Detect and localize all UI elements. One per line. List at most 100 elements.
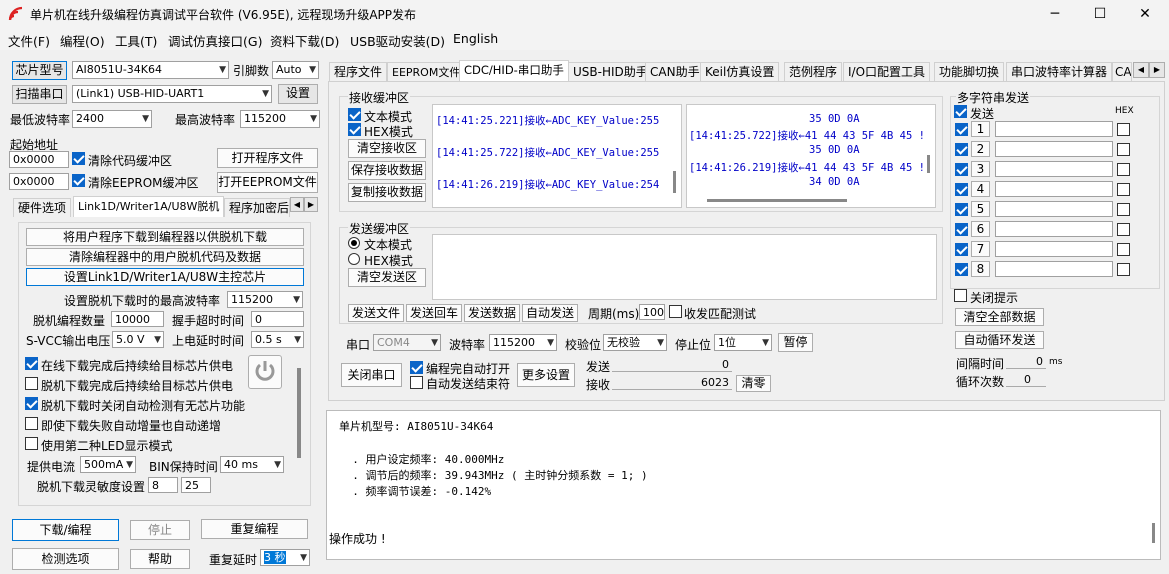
menu-file[interactable]: 文件(F) bbox=[8, 31, 50, 50]
serial-port-select[interactable]: COM4 ▼ bbox=[373, 334, 441, 351]
hex-scrollbar-h[interactable] bbox=[707, 199, 847, 202]
current-select[interactable]: 500mA ▼ bbox=[80, 456, 136, 473]
sensitivity-input-1[interactable]: 8 bbox=[148, 477, 178, 493]
multi-row-send-button[interactable]: 6 bbox=[971, 221, 990, 237]
set-master-chip-button[interactable]: 设置Link1D/Writer1A/U8W主控芯片 bbox=[26, 268, 304, 286]
multi-row-checkbox[interactable] bbox=[955, 183, 968, 196]
receive-hex-area[interactable]: 35 0D 0A [14:41:25.722]接收←41 44 43 5F 4B… bbox=[686, 104, 936, 208]
send-hex-mode-radio[interactable] bbox=[348, 253, 360, 265]
offline-max-baud-select[interactable]: 115200 ▼ bbox=[227, 291, 303, 308]
multi-row-hex-checkbox[interactable] bbox=[1117, 123, 1130, 136]
open-eeprom-file-button[interactable]: 打开EEPROM文件 bbox=[217, 172, 318, 193]
bin-hold-select[interactable]: 40 ms ▼ bbox=[220, 456, 284, 473]
tab-scroll-left-icon[interactable]: ◀ bbox=[290, 197, 304, 212]
parity-select[interactable]: 无校验 ▼ bbox=[603, 334, 667, 351]
eeprom-address-input[interactable]: 0x0000 bbox=[9, 173, 69, 190]
tab-offline-link1d[interactable]: Link1D/Writer1A/U8W脱机 bbox=[73, 196, 225, 217]
multi-row-input[interactable] bbox=[995, 221, 1113, 237]
auto-send-button[interactable]: 自动发送 bbox=[522, 304, 578, 322]
auto-open-checkbox[interactable] bbox=[410, 361, 423, 374]
pin-count-select[interactable]: Auto ▼ bbox=[272, 61, 319, 79]
multi-row-send-button[interactable]: 4 bbox=[971, 181, 990, 197]
receive-scrollbar[interactable] bbox=[673, 171, 676, 193]
multi-send-all-checkbox[interactable] bbox=[954, 105, 967, 118]
power-button[interactable] bbox=[248, 355, 282, 389]
disable-detect-checkbox[interactable] bbox=[25, 397, 38, 410]
multi-row-checkbox[interactable] bbox=[955, 223, 968, 236]
tab-cdc-hid-serial[interactable]: CDC/HID-串口助手 bbox=[459, 60, 569, 82]
tab-scroll-right-icon[interactable]: ▶ bbox=[1149, 62, 1165, 78]
panel-scrollbar[interactable] bbox=[297, 368, 301, 458]
clear-all-button[interactable]: 清空全部数据 bbox=[955, 308, 1044, 326]
code-address-input[interactable]: 0x0000 bbox=[9, 151, 69, 168]
multi-row-hex-checkbox[interactable] bbox=[1117, 263, 1130, 276]
led-mode-checkbox[interactable] bbox=[25, 437, 38, 450]
multi-row-input[interactable] bbox=[995, 261, 1113, 277]
multi-row-hex-checkbox[interactable] bbox=[1117, 143, 1130, 156]
multi-row-send-button[interactable]: 8 bbox=[971, 261, 990, 277]
tab-program-file[interactable]: 程序文件 bbox=[329, 62, 388, 82]
multi-row-input[interactable] bbox=[995, 121, 1113, 137]
tab-pin-switch[interactable]: 功能脚切换 bbox=[934, 62, 1005, 82]
tab-hardware-options[interactable]: 硬件选项 bbox=[13, 198, 72, 217]
maximize-button[interactable]: ☐ bbox=[1085, 4, 1115, 24]
multi-row-checkbox[interactable] bbox=[955, 263, 968, 276]
multi-row-input[interactable] bbox=[995, 241, 1113, 257]
reprogram-button[interactable]: 重复编程 bbox=[201, 519, 308, 539]
multi-row-checkbox[interactable] bbox=[955, 163, 968, 176]
multi-row-checkbox[interactable] bbox=[955, 243, 968, 256]
send-text-mode-radio[interactable] bbox=[348, 237, 360, 249]
tab-can[interactable]: CAN助手 bbox=[645, 62, 705, 82]
multi-row-checkbox[interactable] bbox=[955, 123, 968, 136]
port-select[interactable]: (Link1) USB-HID-UART1 ▼ bbox=[72, 85, 272, 103]
stop-bit-select[interactable]: 1位 ▼ bbox=[714, 334, 772, 351]
hex-scrollbar-v[interactable] bbox=[927, 155, 930, 173]
send-text-area[interactable] bbox=[432, 234, 937, 300]
receive-text-area[interactable]: [14:41:25.221]接收←ADC_KEY_Value:255 [14:4… bbox=[432, 104, 682, 208]
copy-receive-button[interactable]: 复制接收数据 bbox=[348, 183, 426, 202]
menu-usb-driver[interactable]: USB驱动安装(D) bbox=[350, 31, 445, 50]
multi-row-hex-checkbox[interactable] bbox=[1117, 243, 1130, 256]
open-program-file-button[interactable]: 打开程序文件 bbox=[217, 148, 318, 168]
log-area[interactable]: 单片机型号: AI8051U-34K64 . 用户设定频率: 40.000MHz… bbox=[326, 410, 1161, 560]
multi-row-input[interactable] bbox=[995, 201, 1113, 217]
stop-button[interactable]: 停止 bbox=[130, 520, 190, 540]
tab-baud-calc[interactable]: 串口波特率计算器 bbox=[1006, 62, 1113, 82]
download-program-button[interactable]: 下载/编程 bbox=[12, 519, 119, 541]
offline-power-checkbox[interactable] bbox=[25, 377, 38, 390]
scan-port-button[interactable]: 扫描串口 bbox=[12, 85, 67, 104]
text-mode-checkbox[interactable] bbox=[348, 108, 361, 121]
handshake-timeout-input[interactable]: 0 bbox=[251, 311, 304, 327]
auto-end-checkbox[interactable] bbox=[410, 376, 423, 389]
clear-count-button[interactable]: 清零 bbox=[736, 375, 771, 392]
interval-input[interactable]: 0 bbox=[1006, 355, 1046, 369]
min-baud-select[interactable]: 2400 ▼ bbox=[72, 110, 152, 128]
tab-scroll-right-icon[interactable]: ▶ bbox=[304, 197, 318, 212]
clear-eeprom-checkbox[interactable] bbox=[72, 174, 85, 187]
sensitivity-input-2[interactable]: 25 bbox=[181, 477, 211, 493]
clear-send-button[interactable]: 清空发送区 bbox=[348, 268, 426, 287]
menu-download[interactable]: 资料下载(D) bbox=[270, 31, 339, 50]
tab-can-more[interactable]: CA bbox=[1112, 62, 1132, 82]
multi-row-checkbox[interactable] bbox=[955, 203, 968, 216]
match-test-checkbox[interactable] bbox=[669, 305, 682, 318]
menu-program[interactable]: 编程(O) bbox=[60, 31, 105, 50]
help-button[interactable]: 帮助 bbox=[130, 549, 190, 569]
auto-loop-button[interactable]: 自动循环发送 bbox=[955, 331, 1044, 349]
tab-scroll-left-icon[interactable]: ◀ bbox=[1133, 62, 1149, 78]
multi-row-input[interactable] bbox=[995, 141, 1113, 157]
hex-mode-checkbox[interactable] bbox=[348, 123, 361, 136]
tab-encryption[interactable]: 程序加密后 bbox=[224, 198, 290, 217]
multi-row-send-button[interactable]: 2 bbox=[971, 141, 990, 157]
clear-code-checkbox[interactable] bbox=[72, 152, 85, 165]
save-receive-button[interactable]: 保存接收数据 bbox=[348, 161, 426, 180]
close-button[interactable]: ✕ bbox=[1130, 4, 1160, 24]
multi-row-send-button[interactable]: 1 bbox=[971, 121, 990, 137]
multi-row-send-button[interactable]: 5 bbox=[971, 201, 990, 217]
tab-eeprom-file[interactable]: EEPROM文件 bbox=[387, 62, 466, 82]
send-data-button[interactable]: 发送数据 bbox=[464, 304, 520, 322]
send-file-button[interactable]: 发送文件 bbox=[348, 304, 404, 322]
pause-button[interactable]: 暂停 bbox=[778, 333, 813, 352]
power-delay-select[interactable]: 0.5 s ▼ bbox=[251, 331, 304, 348]
multi-row-hex-checkbox[interactable] bbox=[1117, 163, 1130, 176]
